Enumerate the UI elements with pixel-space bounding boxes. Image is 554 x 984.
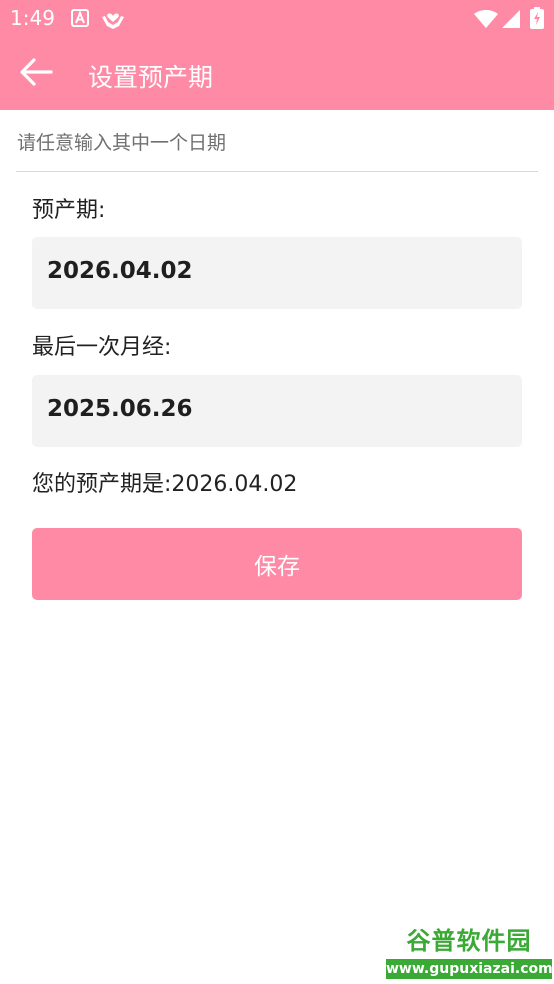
instruction-text: 请任意输入其中一个日期 [17, 132, 227, 154]
result-value: 2026.04.02 [171, 472, 298, 497]
status-time: 1:49 [10, 6, 55, 30]
status-bar: 1:49 [0, 0, 554, 38]
last-period-field[interactable]: 2025.06.26 [32, 375, 522, 447]
result-line: 您的预产期是:2026.04.02 [32, 466, 297, 498]
signal-icon [502, 10, 520, 32]
toolbar: 设置预产期 [0, 38, 554, 110]
back-button[interactable] [14, 52, 58, 96]
page-title: 设置预产期 [88, 63, 214, 92]
battery-icon [530, 7, 544, 33]
save-button[interactable]: 保存 [32, 528, 522, 600]
font-a-icon [71, 9, 89, 31]
app-bar: 1:49 设置预产期 [0, 0, 554, 110]
watermark: 谷普软件园 www.gupuxiazai.com [386, 925, 553, 981]
watermark-url: www.gupuxiazai.com [386, 959, 553, 979]
last-period-label: 最后一次月经: [32, 335, 172, 360]
save-button-label: 保存 [254, 554, 300, 580]
watermark-title: 谷普软件园 [406, 927, 532, 955]
last-period-value: 2025.06.26 [47, 396, 193, 422]
result-label: 您的预产期是: [32, 472, 172, 497]
due-date-value: 2026.04.02 [47, 258, 193, 284]
due-date-field[interactable]: 2026.04.02 [32, 237, 522, 309]
divider [16, 171, 538, 172]
due-date-label: 预产期: [32, 198, 106, 223]
wifi-icon [474, 10, 498, 32]
hands-heart-icon [100, 7, 126, 35]
arrow-left-icon [19, 57, 53, 91]
